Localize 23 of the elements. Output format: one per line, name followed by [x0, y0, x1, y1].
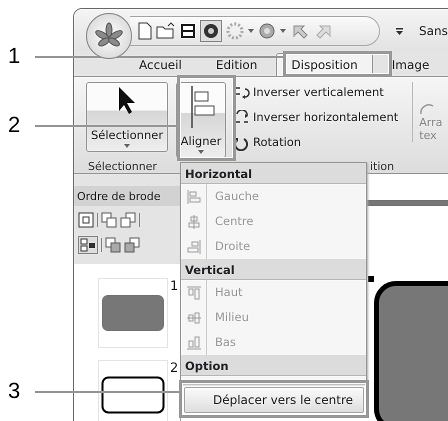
- ribbon-tab[interactable]: Image: [376, 53, 444, 76]
- item-number: 2: [170, 360, 178, 378]
- menu-section-header: Vertical: [181, 259, 366, 280]
- menu-section-header: Option: [181, 355, 366, 376]
- large-ribbon-button[interactable]: Aligner: [176, 82, 226, 158]
- panel-title: Ordre de brode: [74, 186, 180, 206]
- menu-section-header: Horizontal: [181, 163, 366, 184]
- ribbon-button[interactable]: Inverser horizontalement: [232, 107, 398, 129]
- callout-number: 1: [8, 44, 20, 68]
- button-label: tex: [419, 129, 437, 142]
- button-label: Arra: [419, 116, 442, 129]
- ribbon-button[interactable]: Inverser verticalement: [232, 82, 398, 104]
- ribbon-button[interactable]: Rotation: [232, 132, 398, 154]
- callout-number: 3: [8, 379, 20, 403]
- group-label: ition: [370, 160, 394, 173]
- ribbon-tab[interactable]: Edition: [200, 53, 272, 76]
- large-ribbon-button[interactable]: Sélectionner: [86, 82, 168, 152]
- item-number: 1: [170, 278, 178, 296]
- callout-number: 2: [8, 113, 20, 137]
- group-label: Sélectionner: [88, 160, 158, 173]
- ribbon-tab[interactable]: Accueil: [124, 53, 197, 76]
- move-to-center-button[interactable]: Déplacer vers le centre: [184, 387, 364, 413]
- document-title: Sans: [419, 23, 448, 40]
